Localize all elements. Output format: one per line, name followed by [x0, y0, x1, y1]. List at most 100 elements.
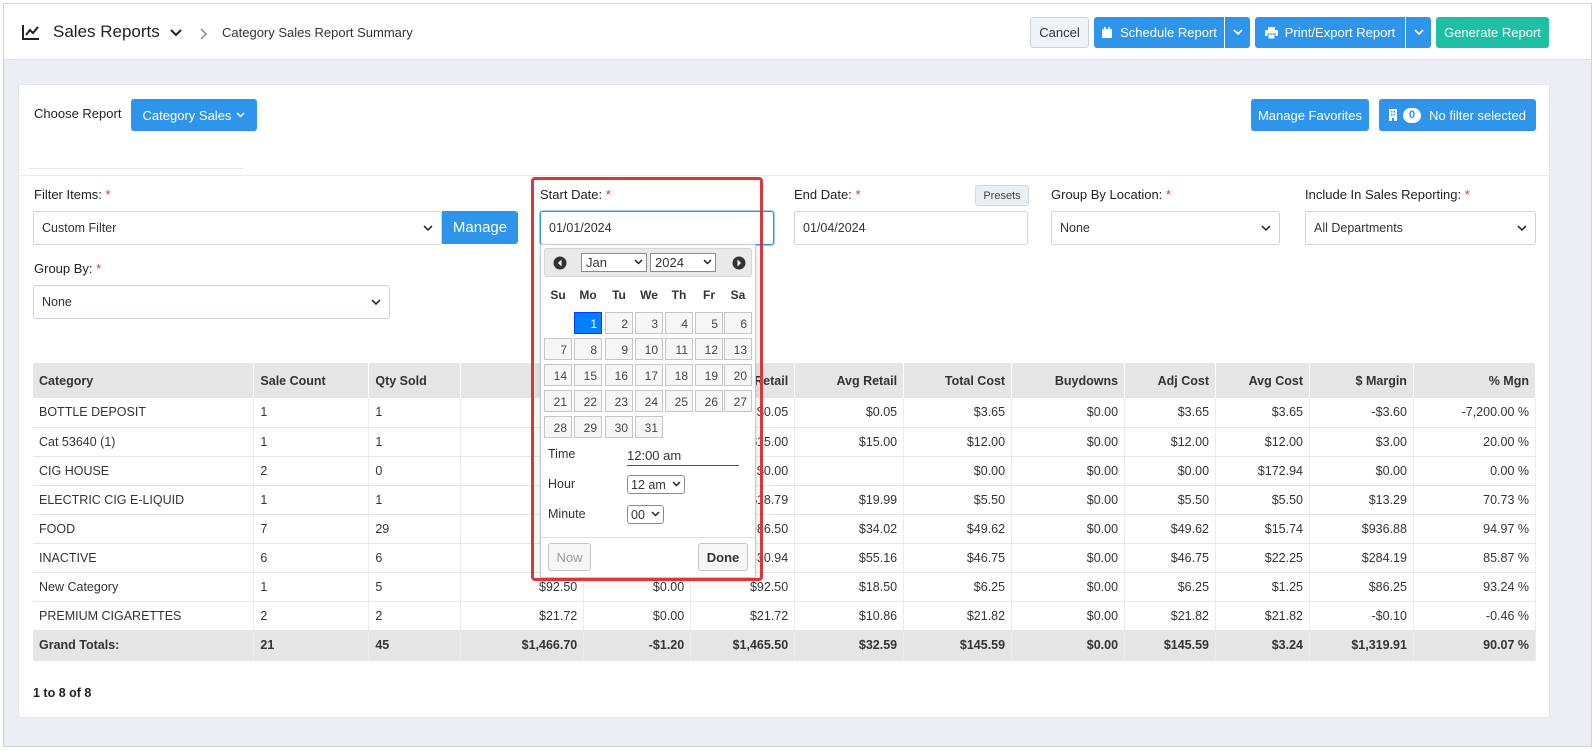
calendar-day[interactable]: 14	[544, 364, 572, 386]
table-row: INACTIVE66$$330.94$55.16$46.75$0.00$46.7…	[33, 543, 1537, 573]
table-cell: $21.82	[903, 601, 1013, 631]
minute-select[interactable]: 00	[627, 505, 664, 524]
group-by-location-select[interactable]: None	[1051, 211, 1280, 245]
cancel-button[interactable]: Cancel	[1030, 17, 1089, 48]
column-header[interactable]: Avg Retail	[794, 363, 905, 398]
table-cell: 1	[253, 427, 370, 457]
table-cell: $3.65	[1124, 398, 1217, 428]
hour-select[interactable]: 12 am	[627, 475, 685, 494]
table-cell: $0.00	[583, 601, 692, 631]
calendar-day[interactable]: 19	[695, 364, 723, 386]
table-cell: 1	[368, 485, 462, 515]
schedule-report-button[interactable]: Schedule Report	[1094, 17, 1224, 48]
table-cell: $46.75	[1124, 543, 1217, 573]
print-export-button[interactable]: Print/Export Report	[1255, 17, 1405, 48]
table-cell: $3.65	[1215, 398, 1310, 428]
presets-button[interactable]: Presets	[975, 185, 1029, 206]
now-button[interactable]: Now	[548, 543, 591, 571]
prev-month-icon[interactable]	[553, 256, 567, 270]
calendar-day[interactable]: 27	[724, 390, 752, 412]
calendar-day[interactable]: 11	[665, 338, 693, 360]
filter-selection-button[interactable]: 0 No filter selected	[1379, 99, 1536, 131]
calendar-day[interactable]: 21	[544, 390, 572, 412]
schedule-dropdown-button[interactable]	[1225, 17, 1250, 48]
total-cell: $3.24	[1215, 630, 1310, 661]
table-cell: $15.74	[1215, 514, 1310, 544]
calendar-day[interactable]: 23	[605, 390, 633, 412]
calendar-day[interactable]: 30	[605, 416, 633, 438]
manage-favorites-button[interactable]: Manage Favorites	[1251, 99, 1369, 131]
table-cell: INACTIVE	[33, 543, 255, 573]
calendar-day[interactable]: 2	[605, 312, 633, 334]
table-cell: 94.97 %	[1413, 514, 1537, 544]
calendar-day[interactable]: 8	[574, 338, 602, 360]
month-select[interactable]: Jan	[581, 253, 647, 272]
generate-report-button[interactable]: Generate Report	[1436, 17, 1549, 48]
calendar-day[interactable]: 1	[574, 312, 602, 334]
pagination-summary: 1 to 8 of 8	[33, 686, 92, 700]
table-cell: $21.82	[1124, 601, 1217, 631]
done-button[interactable]: Done	[698, 543, 748, 571]
calendar-day[interactable]: 12	[695, 338, 723, 360]
calendar-day[interactable]: 15	[574, 364, 602, 386]
weekday-header: Su	[550, 288, 566, 302]
table-row: PREMIUM CIGARETTES 2 2 $21.72 $0.00 $21.72 $10…	[33, 601, 1537, 631]
calendar-day[interactable]: 28	[544, 416, 572, 438]
calendar-day[interactable]: 16	[605, 364, 633, 386]
app-title[interactable]: Sales Reports	[53, 22, 160, 42]
calendar-day[interactable]: 29	[574, 416, 602, 438]
chevron-down-icon[interactable]	[170, 28, 182, 38]
end-date-input[interactable]: 01/04/2024	[794, 211, 1028, 245]
table-cell: $5.50	[1215, 485, 1310, 515]
filter-items-select[interactable]: Custom Filter	[33, 211, 442, 245]
calendar-day[interactable]: 20	[724, 364, 752, 386]
column-header[interactable]: Qty Sold	[368, 363, 462, 398]
calendar-day[interactable]: 24	[635, 390, 663, 412]
column-header[interactable]: Buydowns	[1011, 363, 1126, 398]
column-header[interactable]: Category	[33, 363, 255, 398]
next-month-icon[interactable]	[732, 256, 746, 270]
column-header[interactable]: Sale Count	[253, 363, 370, 398]
filter-status-label: No filter selected	[1429, 107, 1526, 123]
manage-filter-button[interactable]: Manage	[442, 211, 518, 244]
calendar-day[interactable]: 13	[724, 338, 752, 360]
calendar-day[interactable]: 3	[635, 312, 663, 334]
divider	[541, 537, 755, 538]
group-by-location-value: None	[1060, 221, 1090, 235]
column-header[interactable]: $ Margin	[1309, 363, 1414, 398]
table-cell: 85.87 %	[1413, 543, 1537, 573]
column-header[interactable]: % Mgn	[1413, 363, 1537, 398]
divider	[29, 168, 243, 169]
calendar-day[interactable]: 6	[724, 312, 752, 334]
calendar-day[interactable]: 5	[695, 312, 723, 334]
calendar-day[interactable]: 17	[635, 364, 663, 386]
calendar-day[interactable]: 4	[665, 312, 693, 334]
calendar-day[interactable]: 7	[544, 338, 572, 360]
print-dropdown-button[interactable]	[1406, 17, 1431, 48]
start-date-label: Start Date: *	[540, 187, 611, 202]
column-header[interactable]: Adj Cost	[1124, 363, 1217, 398]
column-header[interactable]: Avg Cost	[1215, 363, 1310, 398]
start-date-input[interactable]: 01/01/2024	[540, 211, 774, 245]
group-by-select[interactable]: None	[33, 285, 390, 319]
calendar-day[interactable]: 18	[665, 364, 693, 386]
table-cell: -$3.60	[1309, 398, 1414, 428]
table-cell: $0.00	[1011, 427, 1126, 457]
total-cell: $145.59	[1124, 630, 1217, 661]
include-sales-select[interactable]: All Departments	[1305, 211, 1536, 245]
weekday-header: Th	[671, 288, 687, 302]
year-select[interactable]: 2024	[650, 253, 716, 272]
table-cell: $284.19	[1309, 543, 1414, 573]
calendar-day[interactable]: 22	[574, 390, 602, 412]
table-cell: 7	[253, 514, 370, 544]
group-by-label: Group By: *	[34, 261, 102, 276]
calendar-day[interactable]: 9	[605, 338, 633, 360]
calendar-day[interactable]: 26	[695, 390, 723, 412]
calendar-day[interactable]: 31	[635, 416, 663, 438]
calendar-day[interactable]: 25	[665, 390, 693, 412]
date-picker-header: Jan 2024	[544, 248, 752, 277]
calendar-day[interactable]: 10	[635, 338, 663, 360]
column-header[interactable]: Total Cost	[903, 363, 1013, 398]
category-sales-dropdown[interactable]: Category Sales	[131, 99, 257, 131]
end-date-value: 01/04/2024	[803, 221, 866, 235]
